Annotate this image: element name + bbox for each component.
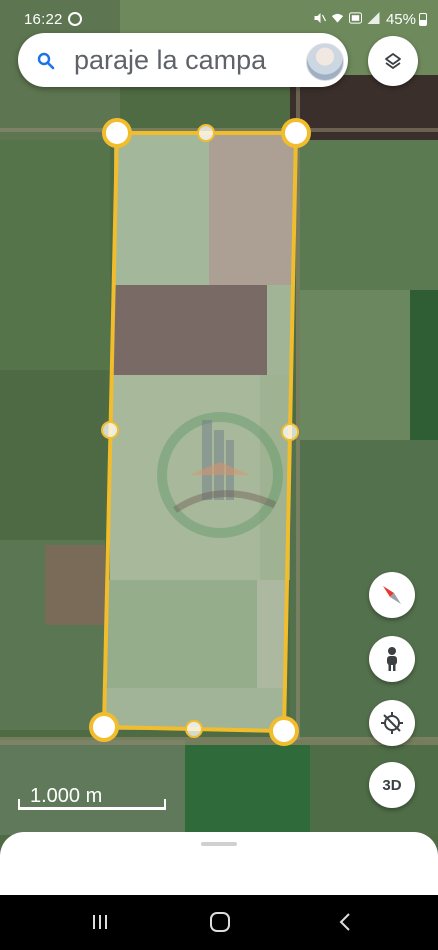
status-icons [313, 12, 380, 24]
bottom-sheet[interactable] [0, 832, 438, 902]
midpoint-handle-top[interactable] [197, 124, 215, 142]
vertex-handle-top-left[interactable] [102, 118, 132, 148]
midpoint-handle-left[interactable] [101, 421, 119, 439]
whatsapp-icon [68, 12, 82, 26]
street-view-button[interactable] [369, 636, 415, 682]
layers-icon [385, 53, 401, 69]
search-icon[interactable] [37, 52, 55, 70]
area-polygon[interactable] [0, 0, 438, 895]
status-time: 16:22 [24, 11, 63, 28]
midpoint-handle-bottom[interactable] [185, 720, 203, 738]
view-3d-button[interactable]: 3D [369, 762, 415, 808]
battery-icon [419, 13, 427, 26]
layers-button[interactable] [368, 36, 418, 86]
vertex-handle-top-right[interactable] [281, 118, 311, 148]
midpoint-handle-right[interactable] [281, 423, 299, 441]
back-icon[interactable] [332, 909, 360, 935]
avatar[interactable] [306, 43, 344, 81]
signal-icon [367, 12, 380, 24]
vertex-handle-bottom-right[interactable] [269, 716, 299, 746]
compass-button[interactable] [369, 572, 415, 618]
scale-label: 1.000 m [30, 785, 103, 807]
my-location-button[interactable] [369, 700, 415, 746]
search-input[interactable] [74, 42, 296, 78]
scale-bar: 1.000 m [18, 785, 166, 811]
wifi-icon [331, 13, 344, 23]
mute-icon [314, 13, 326, 23]
satellite-map[interactable] [0, 0, 438, 895]
location-off-icon [381, 712, 403, 734]
scale-line [18, 799, 166, 810]
volte-icon [349, 12, 362, 24]
home-icon[interactable] [206, 909, 234, 935]
compass-icon [383, 586, 401, 604]
area-polygon-shape [101, 131, 299, 734]
search-bar[interactable] [18, 33, 348, 87]
recents-icon[interactable] [86, 909, 114, 935]
vertex-handle-bottom-left[interactable] [89, 712, 119, 742]
sheet-drag-handle[interactable] [201, 842, 237, 846]
system-navigation-bar [0, 895, 438, 950]
pegman-icon [387, 647, 397, 671]
battery-level: 45% [385, 11, 416, 28]
